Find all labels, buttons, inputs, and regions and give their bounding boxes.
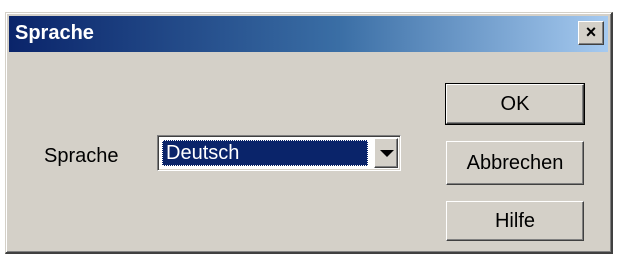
- close-button[interactable]: ×: [578, 21, 604, 45]
- language-dialog: Sprache × Sprache Deutsch OK Abbrechen H…: [5, 12, 613, 254]
- close-icon: ×: [585, 22, 597, 42]
- title-bar[interactable]: Sprache ×: [9, 16, 608, 52]
- window-title: Sprache: [15, 22, 94, 44]
- dropdown-button[interactable]: [374, 138, 398, 168]
- language-select[interactable]: Deutsch: [157, 135, 401, 171]
- language-label: Sprache: [44, 145, 119, 167]
- help-button[interactable]: Hilfe: [446, 201, 584, 241]
- language-select-value[interactable]: Deutsch: [162, 140, 368, 166]
- cancel-button[interactable]: Abbrechen: [446, 141, 584, 185]
- chevron-down-icon: [380, 150, 394, 157]
- ok-button[interactable]: OK: [445, 83, 585, 125]
